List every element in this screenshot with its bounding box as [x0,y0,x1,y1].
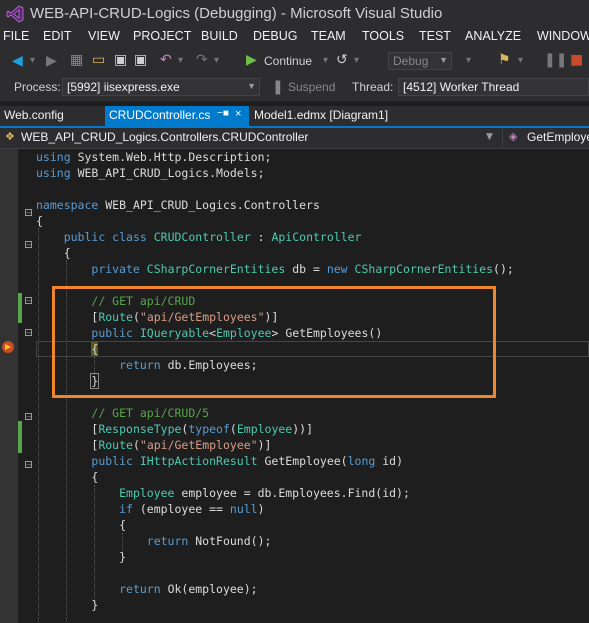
continue-dropdown-icon[interactable]: ▾ [323,53,328,69]
type-path: WEB_API_CRUD_Logics.Controllers.CRUDCont… [21,130,309,144]
code-line: namespace WEB_API_CRUD_Logics.Controller… [36,198,320,212]
visual-studio-logo-icon [6,5,24,23]
change-indicator [18,293,22,323]
code-line: return Ok(employee); [119,582,258,596]
redo-dropdown-icon[interactable]: ▾ [214,53,219,69]
browser-link-icon[interactable]: ⚑ [498,52,511,68]
window-title: WEB-API-CRUD-Logics (Debugging) - Micros… [30,5,443,22]
menu-analyze[interactable]: ANALYZE [465,29,521,43]
menu-view[interactable]: VIEW [88,29,120,43]
tab-label: CRUDController.cs [109,108,211,122]
member-name: GetEmploye [527,130,589,144]
thread-dropdown[interactable]: [4512] Worker Thread [398,78,589,96]
method-icon: ◈ [509,130,518,143]
type-dropdown[interactable]: ❖ WEB_API_CRUD_Logics.Controllers.CRUDCo… [0,129,500,147]
save-all-icon[interactable]: ▣ [134,52,147,68]
navigation-bar: ❖ WEB_API_CRUD_Logics.Controllers.CRUDCo… [0,128,589,149]
code-line: { [91,470,99,484]
process-dropdown[interactable]: [5992] iisexpress.exe ▼ [62,78,260,96]
debug-location-toolbar: Process: [5992] iisexpress.exe ▼ ❚ Suspe… [0,75,589,101]
menu-team[interactable]: TEAM [311,29,346,43]
change-indicator [18,421,22,453]
restart-icon[interactable]: ↺ [336,52,348,68]
code-line: return NotFound(); [146,534,272,548]
pause-icon[interactable]: ❚❚ [544,52,567,68]
forward-icon[interactable]: ▶ [46,53,57,69]
menu-file[interactable]: FILE [3,29,29,43]
tab-model1-edmx[interactable]: Model1.edmx [Diagram1] [250,106,410,126]
collapse-toggle[interactable]: − [25,209,32,217]
standard-toolbar: ◀ ▾ ▶ ▦ ▭ ▣ ▣ ↶ ▾ ↷ ▾ ▶ Continue ▾ ↺ ▾ D… [0,48,589,75]
open-folder-icon[interactable]: ▭ [92,52,105,68]
code-line: } [91,598,99,612]
code-line: if (employee == null) [119,502,265,516]
configuration-value: Debug [393,54,429,68]
menu-edit[interactable]: EDIT [43,29,71,43]
code-line: { [119,518,127,532]
menu-bar: FILE EDIT VIEW PROJECT BUILD DEBUG TEAM … [0,28,589,48]
restart-dropdown-icon[interactable]: ▾ [354,53,359,69]
collapse-toggle[interactable]: − [25,329,32,337]
suspend-button[interactable]: Suspend [288,80,335,94]
menu-test[interactable]: TEST [419,29,451,43]
collapse-toggle[interactable]: − [25,241,32,249]
indicator-margin[interactable] [0,149,18,623]
code-line: [Route("api/GetEmployee")] [91,438,272,452]
code-line: public class CRUDController : ApiControl… [63,230,362,244]
menu-window[interactable]: WINDOW [537,29,589,43]
stop-icon[interactable]: ■ [570,52,583,68]
undo-dropdown-icon[interactable]: ▾ [178,53,183,69]
chevron-down-icon: ▼ [247,81,256,91]
browser-dropdown-icon[interactable]: ▾ [518,53,523,69]
undo-icon[interactable]: ↶ [160,52,172,68]
process-label: Process: [14,80,61,94]
suspend-icon[interactable]: ❚ [272,79,284,95]
process-value: [5992] iisexpress.exe [67,80,180,94]
code-line: private CSharpCornerEntities db = new CS… [91,262,514,276]
code-line: Employee employee = db.Employees.Find(id… [119,486,410,500]
continue-button[interactable]: Continue [264,54,312,68]
chevron-down-icon: ▼ [439,55,448,65]
tab-web-config[interactable]: Web.config [0,106,104,126]
chevron-down-icon: ▼ [486,132,493,142]
collapse-toggle[interactable]: − [25,297,32,305]
toolbar-overflow-icon[interactable]: ▾ [466,53,471,69]
menu-debug[interactable]: DEBUG [253,29,297,43]
breakpoint-current-statement-icon[interactable] [2,341,14,353]
collapse-toggle[interactable]: − [25,413,32,421]
back-icon[interactable]: ◀ [12,53,23,69]
menu-build[interactable]: BUILD [201,29,238,43]
menu-tools[interactable]: TOOLS [362,29,404,43]
redo-icon[interactable]: ↷ [196,52,208,68]
tab-crudcontroller[interactable]: CRUDController.cs −■ × [105,106,249,126]
menu-project[interactable]: PROJECT [133,29,191,43]
annotation-highlight-box [52,286,496,398]
code-line: { [36,214,43,228]
collapse-toggle[interactable]: − [25,461,32,469]
thread-label: Thread: [352,80,394,94]
tab-label: Web.config [4,108,64,122]
code-line: // GET api/CRUD/5 [91,406,210,420]
save-icon[interactable]: ▣ [114,52,127,68]
new-project-icon[interactable]: ▦ [70,52,83,68]
code-line: using WEB_API_CRUD_Logics.Models; [36,166,265,180]
close-icon[interactable]: × [235,108,241,120]
document-tab-strip: Web.config CRUDController.cs −■ × Model1… [0,106,589,126]
tab-label: Model1.edmx [Diagram1] [254,108,389,122]
code-line: public IHttpActionResult GetEmployee(lon… [91,454,403,468]
class-icon: ❖ [5,130,15,143]
code-line: using System.Web.Http.Description; [36,150,272,164]
back-dropdown-icon[interactable]: ▾ [30,53,35,69]
pin-icon[interactable]: −■ [217,108,229,119]
code-line: { [63,246,71,260]
member-dropdown[interactable]: ◈ GetEmploye [502,129,589,147]
configuration-dropdown[interactable]: Debug ▼ [388,52,452,70]
code-line: } [119,550,127,564]
code-line: [ResponseType(typeof(Employee))] [91,422,314,436]
title-bar: WEB-API-CRUD-Logics (Debugging) - Micros… [0,0,589,28]
thread-value: [4512] Worker Thread [403,80,520,94]
continue-icon[interactable]: ▶ [246,52,257,68]
